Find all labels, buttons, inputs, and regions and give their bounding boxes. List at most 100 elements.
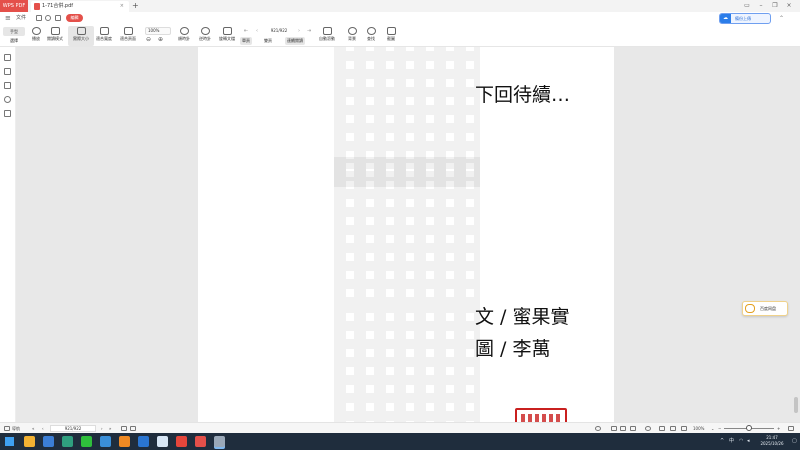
notification-icon[interactable]: ▢ [792,433,797,450]
auto-scroll-button[interactable]: 自動滾動 [314,26,340,46]
eye-care-icon[interactable] [595,426,601,431]
document-tab[interactable]: 1-71合併.pdf × [31,1,129,12]
page-layout-icon[interactable] [121,426,127,431]
fit-page-label: 適合頁面 [120,36,136,41]
app-tab-wps-pdf[interactable]: WPS PDF [0,0,28,12]
restore-icon[interactable]: ❐ [768,0,782,12]
vertical-scrollbar[interactable] [794,397,798,413]
minimize-icon[interactable]: – [754,0,768,12]
windows-start-icon[interactable] [5,437,14,446]
hand-tool-button[interactable]: 手型 [3,27,25,36]
fit-width-icon[interactable] [659,426,665,431]
close-window-icon[interactable]: × [782,0,796,12]
single-page-view-button[interactable]: 單頁 [240,37,252,45]
status-page-input[interactable]: 921/922 [50,425,96,432]
zoom-input[interactable]: 100% [145,27,171,35]
red-seal-stamp [515,408,567,422]
play-icon[interactable] [645,426,651,431]
left-sidebar [0,47,16,422]
taskbar-app-wechat-icon[interactable] [81,436,92,447]
taskbar-app-chrome-icon[interactable] [176,436,187,447]
taskbar-app-store-icon[interactable] [43,436,54,447]
collapse-ribbon-icon[interactable]: ⌃ [779,15,784,22]
next-page-icon[interactable]: › [298,27,300,35]
baidu-netdisk-widget[interactable]: 百度网盘 [742,301,788,316]
toolbar: 手型 選擇 播放 閱讀模式 實際大小 適合寬度 適合頁面 100% ⊖ ⊕ 順時… [0,25,800,47]
screenshot-icon [386,27,396,35]
taskbar-app-orange-app-icon[interactable] [119,436,130,447]
new-tab-button[interactable]: + [132,0,139,12]
reading-mode-button[interactable]: 閱讀模式 [42,26,68,46]
rotate-clockwise-icon [179,27,189,35]
double-page-icon[interactable] [620,426,626,431]
fit-width-icon [99,27,109,35]
more-icon[interactable] [55,15,61,21]
continuous-reading-button[interactable]: 連續閱讀 [285,37,305,45]
background-pattern [334,307,480,422]
zoom-out-icon[interactable]: ⊖ [146,36,151,43]
menu-row: ≡ 文件 編輯 [0,12,800,25]
baidu-netdisk-label: 百度网盘 [760,306,776,311]
zoom-slider-knob[interactable] [746,425,752,431]
volume-icon[interactable]: ◂ [747,433,750,450]
thumbnail-icon[interactable] [4,68,11,75]
window-layout-icon[interactable]: ▭ [740,0,754,12]
tray-expand-icon[interactable]: ^ [720,433,724,450]
continuous-page-icon[interactable] [630,426,636,431]
bookmark-icon[interactable] [4,54,11,61]
print-icon[interactable] [45,15,51,21]
clock-date: 2025/10/26 [760,441,784,446]
taskbar-app-browser-blue-icon[interactable] [100,436,111,447]
search-icon [366,27,376,35]
title-bar: WPS PDF 1-71合併.pdf × + ▭ – ❐ × [0,0,800,12]
taskbar-app-pdf-viewer-icon[interactable] [214,436,225,447]
grid-layout-icon[interactable] [130,426,136,431]
fullscreen-toggle-icon[interactable] [788,426,794,431]
rotate-document-button[interactable]: 旋轉文檔 [214,26,240,46]
open-file-icon[interactable] [36,15,42,21]
cloud-upload-button[interactable]: ☁ 備份上傳 [719,13,771,24]
auto-scroll-label: 自動滾動 [319,36,335,41]
edit-badge-button[interactable]: 編輯 [66,14,83,22]
file-menu[interactable]: 文件 [16,13,26,24]
taskbar-app-file-explorer-icon[interactable] [24,436,35,447]
to-be-continued-text: 下回待續… [475,84,571,106]
upload-label: 備份上傳 [735,16,751,21]
taskbar-app-light-app-icon[interactable] [157,436,168,447]
actual-size-icon [76,27,86,35]
select-tool-button[interactable]: 選擇 [3,36,25,45]
screenshot-button[interactable]: 截圖 [378,26,404,46]
last-page-icon[interactable]: ⇥ [307,27,311,35]
attachment-icon[interactable] [4,96,11,103]
system-clock[interactable]: 21:47 2025/10/26 [754,435,790,447]
single-page-icon[interactable] [611,426,617,431]
reading-mode-label: 閱讀模式 [47,36,63,41]
navigation-panel-icon[interactable] [4,426,10,431]
play-icon [31,27,41,35]
document-viewport[interactable]: 下回待續… 文 / 蜜果實 圖 / 李萬 [16,47,800,422]
illustrator-credit-text: 圖 / 李萬 [475,338,551,360]
fit-width-button[interactable]: 適合寬度 [91,26,117,46]
wifi-icon[interactable]: ◠ [739,433,743,450]
reading-mode-icon [50,27,60,35]
fit-page-icon [123,27,133,35]
taskbar-app-wps-pdf-icon[interactable] [195,436,206,447]
fit-page-button[interactable]: 適合頁面 [115,26,141,46]
auto-scroll-icon [322,27,332,35]
document-tab-title: 1-71合併.pdf [42,3,74,9]
first-page-icon[interactable]: ⇤ [244,27,248,35]
double-page-view-button[interactable]: 雙頁 [262,37,274,45]
zoom-in-icon[interactable]: ⊕ [158,36,163,43]
signature-icon[interactable] [4,110,11,117]
main-menu-icon[interactable]: ≡ [5,13,11,24]
input-language[interactable]: 中 [729,433,734,450]
cloud-icon: ☁ [720,14,731,23]
close-tab-icon[interactable]: × [120,1,124,12]
taskbar-app-blue-app-icon[interactable] [138,436,149,447]
pdf-icon [34,3,40,10]
comment-icon[interactable] [4,82,11,89]
taskbar-app-edge-icon[interactable] [62,436,73,447]
author-credit-text: 文 / 蜜果實 [475,306,570,328]
fit-page-icon[interactable] [670,426,676,431]
fullscreen-icon[interactable] [681,426,687,431]
